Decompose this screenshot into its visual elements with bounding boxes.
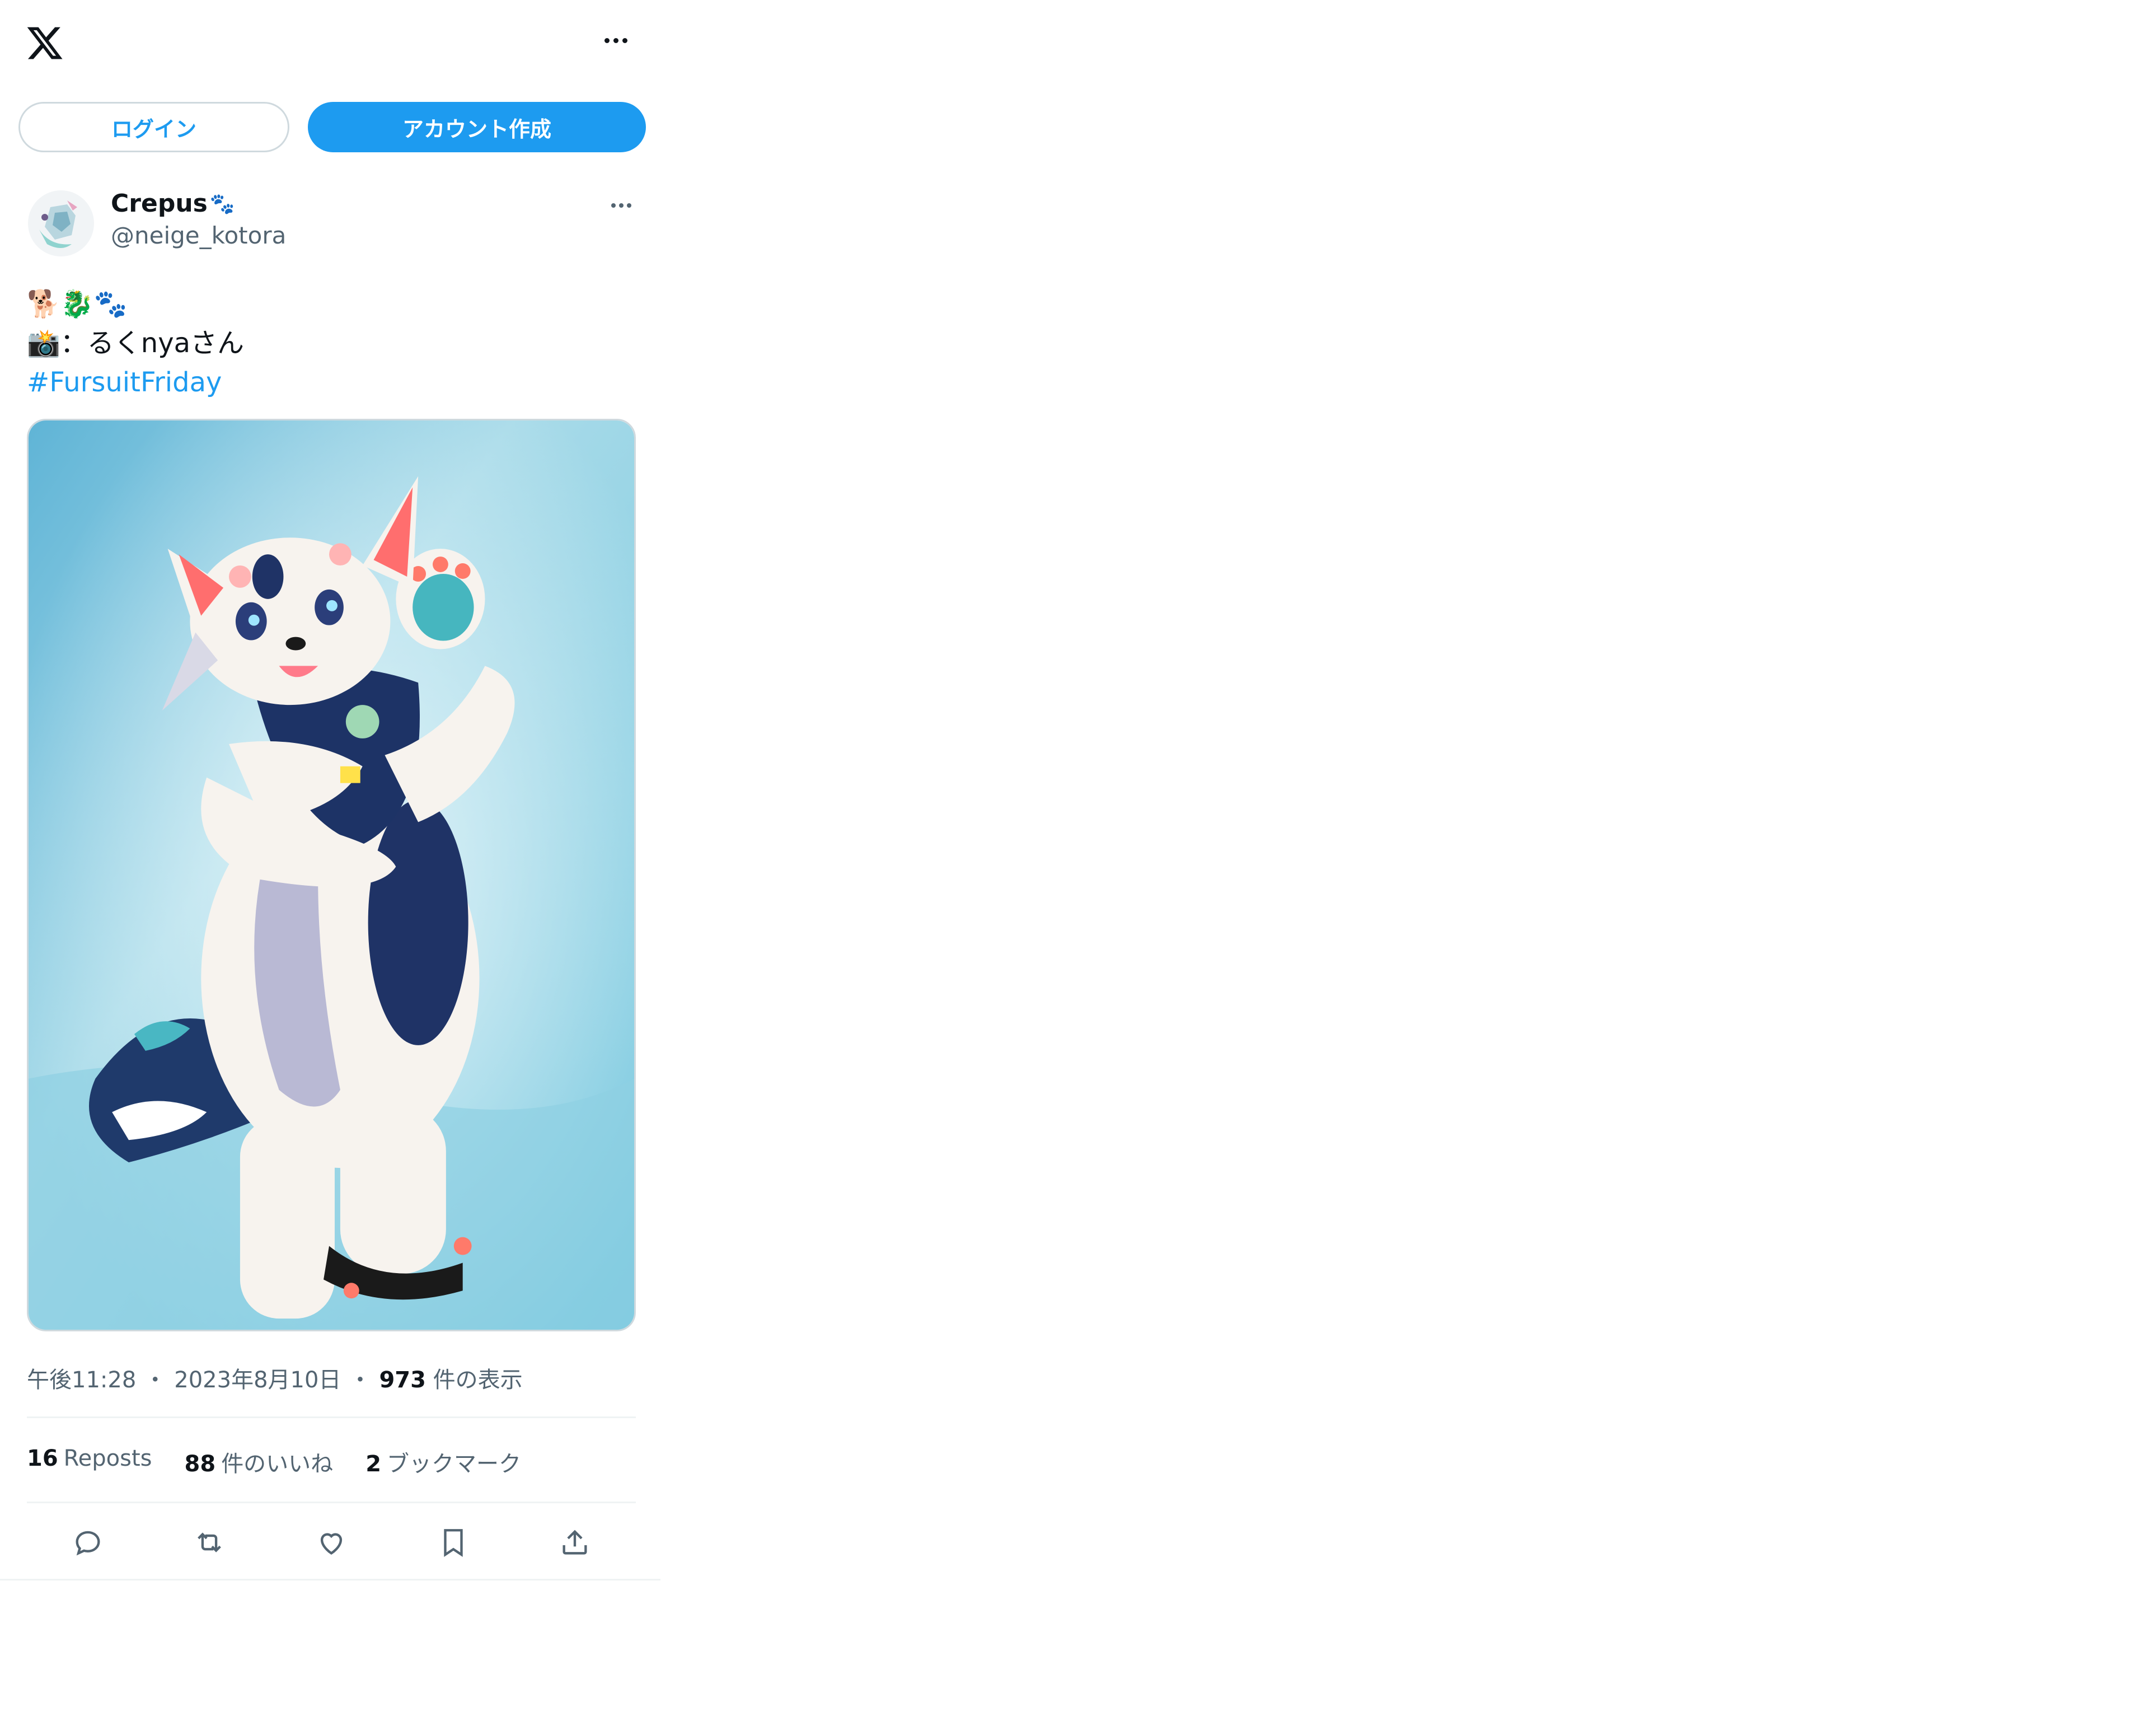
tweet-line-credit: 📸 ：るくnyaさん: [27, 324, 244, 363]
credit-text: ：るくnyaさん: [60, 328, 245, 359]
tweet-line-hashtag: #FursuitFriday: [27, 363, 244, 402]
hashtag-link[interactable]: #FursuitFriday: [27, 363, 222, 402]
tweet-text: 🐕🐉🐾 📸 ：るくnyaさん #FursuitFriday: [27, 284, 244, 402]
author-name-text: Crepus: [111, 189, 208, 218]
reposts-count: 16: [27, 1446, 58, 1471]
post-more-icon[interactable]: [607, 197, 635, 214]
bookmarks-stat[interactable]: 2 ブックマーク: [365, 1446, 521, 1478]
views-count: 973: [379, 1367, 426, 1393]
divider: [27, 1502, 636, 1503]
repost-icon[interactable]: [190, 1523, 229, 1562]
bookmarks-count: 2: [365, 1451, 382, 1477]
bookmarks-label: ブックマーク: [387, 1451, 522, 1477]
camera-emoji: 📸: [27, 328, 60, 359]
tweet-meta: 午後11:28 ・ 2023年8月10日 ・ 973 件の表示: [27, 1362, 523, 1394]
author-handle[interactable]: @neige_kotora: [111, 222, 286, 249]
like-icon[interactable]: [312, 1523, 351, 1562]
reposts-label: Reposts: [63, 1446, 152, 1471]
meta-separator: ・: [144, 1367, 167, 1393]
likes-stat[interactable]: 88 件のいいね: [185, 1446, 334, 1478]
tweet-stats: 16 Reposts 88 件のいいね 2 ブックマーク: [27, 1446, 521, 1478]
tweet-line-emoji: 🐕🐉🐾: [27, 288, 128, 320]
paw-emoji: 🐾: [209, 192, 235, 216]
tweet-column: ログイン アカウント作成 Crepus 🐾 @neige_kotora 🐕🐉🐾 …: [0, 0, 660, 1581]
more-horizontal-icon[interactable]: [599, 29, 632, 52]
views-label: 件の表示: [433, 1367, 523, 1393]
reposts-stat[interactable]: 16 Reposts: [27, 1446, 152, 1478]
action-bar: [27, 1523, 636, 1562]
avatar[interactable]: [28, 190, 94, 256]
likes-count: 88: [184, 1451, 216, 1477]
views: 973 件の表示: [379, 1362, 522, 1394]
reply-icon[interactable]: [68, 1523, 107, 1562]
signup-button[interactable]: アカウント作成: [308, 102, 646, 152]
bookmark-icon[interactable]: [434, 1523, 473, 1562]
tweet-date[interactable]: 2023年8月10日: [174, 1362, 341, 1394]
tweet-time[interactable]: 午後11:28: [27, 1362, 136, 1394]
meta-separator: ・: [349, 1367, 372, 1393]
author-name[interactable]: Crepus 🐾: [111, 189, 235, 218]
divider: [27, 1416, 636, 1418]
share-icon[interactable]: [555, 1523, 594, 1562]
likes-label: 件のいいね: [221, 1451, 334, 1477]
x-logo-icon[interactable]: [25, 24, 64, 63]
login-button[interactable]: ログイン: [18, 102, 289, 152]
tweet-photo[interactable]: [27, 419, 636, 1331]
